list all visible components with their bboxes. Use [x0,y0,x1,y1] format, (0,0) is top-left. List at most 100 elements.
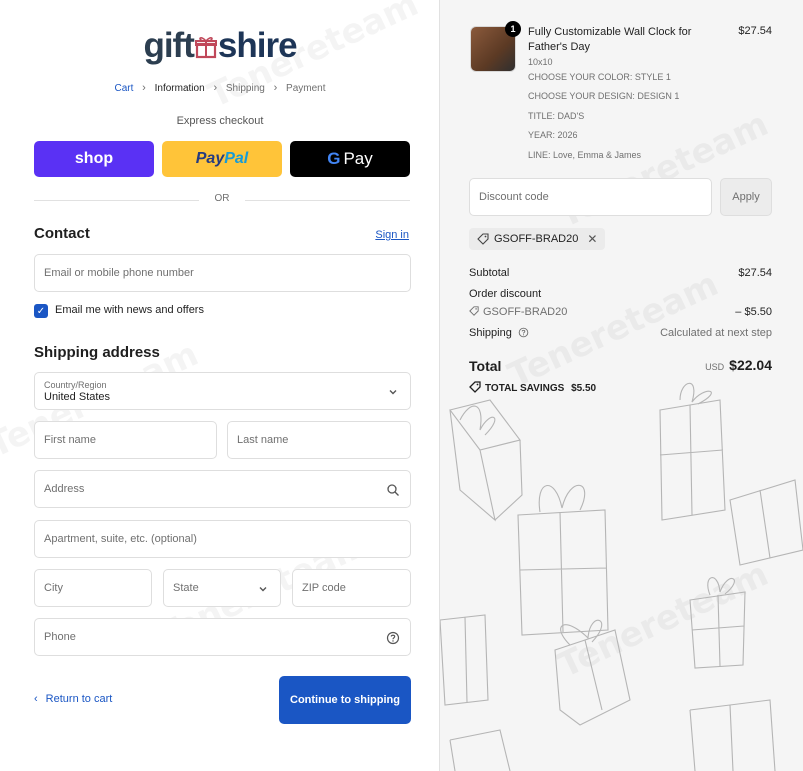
paypal-label: PayPal [195,150,249,167]
product-thumbnail: 1 [470,21,521,72]
express-checkout-label: Express checkout [176,115,264,127]
breadcrumb: Cart › Information › Shipping › Payment [0,82,440,94]
checkmark-icon: ✓ [36,305,46,317]
search-icon[interactable] [386,483,400,497]
chevron-down-icon [259,587,267,592]
product-option: CHOOSE YOUR DESIGN: DESIGN 1 [528,91,680,101]
total-label: Total [469,358,502,374]
continue-label: Continue to shipping [290,694,400,706]
product-option: 10x10 [528,57,553,67]
brand-logo[interactable]: gift shire [0,26,440,66]
product-option: YEAR: 2026 [528,130,578,140]
shipping-value: Calculated at next step [660,327,772,339]
apartment-field[interactable]: Apartment, suite, etc. (optional) [34,520,411,558]
first-name-field[interactable]: First name [34,421,217,459]
apply-label: Apply [732,191,760,203]
tag-icon [469,306,479,316]
gift-pattern-background [440,382,803,771]
currency-code: USD [705,362,725,372]
total-amount: $22.04 [729,357,772,373]
shipping-row: Shipping [469,327,529,339]
discount-placeholder: Discount code [479,191,549,203]
quantity-badge: 1 [505,21,521,37]
state-select[interactable]: State [163,569,281,607]
order-summary-panel: Tenereteam Tenereteam Tenereteam 1 Fully… [440,0,803,771]
city-placeholder: City [44,582,63,594]
apartment-placeholder: Apartment, suite, etc. (optional) [44,533,197,545]
last-name-placeholder: Last name [237,434,289,446]
discount-code-label: GSOFF-BRAD20 [483,306,568,318]
or-divider: OR [34,193,410,207]
google-pay-label: Pay [343,149,373,168]
help-icon[interactable] [518,327,529,338]
remove-discount-icon[interactable]: ✕ [587,232,597,246]
country-select[interactable]: Country/Region United States [34,372,411,410]
total-savings: TOTAL SAVINGS $5.50 [469,381,596,394]
continue-to-shipping-button[interactable]: Continue to shipping [279,676,411,724]
logo-text-gift: gift [143,26,194,65]
breadcrumb-shipping: Shipping [225,83,265,94]
discount-amount: – $5.50 [735,306,772,318]
or-text: OR [214,193,230,204]
return-to-cart-label: Return to cart [45,693,113,705]
product-option: CHOOSE YOUR COLOR: STYLE 1 [528,72,671,82]
tag-icon [477,233,489,245]
savings-label: TOTAL SAVINGS [485,383,565,394]
shop-pay-button[interactable]: shop [34,141,154,177]
discount-code-input[interactable]: Discount code [469,178,712,216]
subtotal-label: Subtotal [469,267,510,279]
help-icon[interactable] [386,631,400,645]
discount-code-row: GSOFF-BRAD20 [469,306,567,318]
product-price: $27.54 [738,25,772,37]
newsletter-checkbox[interactable]: ✓ [34,304,48,318]
total-value: USD $22.04 [705,357,772,373]
zip-placeholder: ZIP code [302,582,346,594]
email-field[interactable]: Email or mobile phone number [34,254,411,292]
email-placeholder: Email or mobile phone number [44,267,194,279]
address-field[interactable]: Address [34,470,411,508]
google-pay-button[interactable]: G Pay [290,141,410,177]
product-title: Fully Customizable Wall Clock for Father… [528,26,692,53]
sign-in-link[interactable]: Sign in [375,229,409,241]
breadcrumb-payment: Payment [286,83,326,94]
subtotal-value: $27.54 [738,267,772,279]
breadcrumb-cart[interactable]: Cart [114,83,133,94]
checkout-form-panel: Tenereteam Tenereteam Tenereteam giftshi… [0,0,440,771]
zip-code-field[interactable]: ZIP code [292,569,411,607]
newsletter-label: Email me with news and offers [55,304,204,316]
chevron-down-icon [389,390,397,395]
country-value: United States [44,391,111,403]
chevron-right-icon: › [273,82,278,94]
tag-icon [469,381,481,393]
divider-line [245,200,410,201]
address-placeholder: Address [44,483,85,495]
order-discount-label: Order discount [469,288,542,300]
applied-discount-chip: GSOFF-BRAD20 ✕ [469,228,606,250]
shipping-address-heading: Shipping address [34,344,160,361]
product-option: LINE: Love, Emma & James [528,150,642,160]
return-to-cart-link[interactable]: ‹ Return to cart [34,693,112,705]
chevron-right-icon: › [142,82,146,94]
city-field[interactable]: City [34,569,152,607]
last-name-field[interactable]: Last name [227,421,411,459]
contact-heading: Contact [34,225,90,242]
chevron-left-icon: ‹ [34,693,38,705]
logo-text-shire: shire [217,26,298,65]
product-option: TITLE: DAD'S [528,111,585,121]
shipping-label: Shipping [469,327,512,339]
apply-discount-button[interactable]: Apply [720,178,772,216]
shop-pay-label: shop [74,150,114,167]
savings-amount: $5.50 [571,383,597,394]
breadcrumb-information: Information [154,83,205,94]
state-placeholder: State [173,582,199,594]
gift-box-icon [194,37,217,59]
paypal-button[interactable]: PayPal [162,141,282,177]
first-name-placeholder: First name [44,434,96,446]
country-label: Country/Region [44,380,107,390]
chevron-right-icon: › [213,82,218,94]
discount-code-text: GSOFF-BRAD20 [494,233,579,245]
phone-placeholder: Phone [44,631,76,643]
watermark: Tenereteam [552,104,774,236]
google-g-icon: G [327,149,341,168]
phone-field[interactable]: Phone [34,618,411,656]
